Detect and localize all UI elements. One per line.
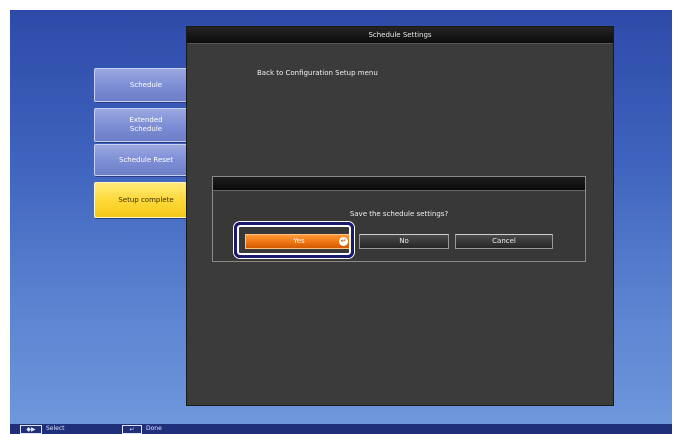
enter-icon: ↵ [339,237,348,246]
save-confirm-dialog: Save the schedule settings? Yes ↵ No Can… [212,176,586,262]
tab-label: Setup complete [118,195,174,204]
tab-setup-complete[interactable]: Setup complete [94,182,198,218]
no-button-label: No [399,237,409,245]
tab-schedule[interactable]: Schedule [94,68,198,102]
select-hint: Select [46,425,65,432]
tab-extended-schedule[interactable]: Extended Schedule [94,108,198,142]
window-title: Schedule Settings [187,27,613,44]
tab-label: Extended Schedule [129,116,163,133]
back-to-configuration-link[interactable]: Back to Configuration Setup menu [257,69,378,77]
yes-button-label: Yes [293,237,305,245]
done-hint: Done [146,425,162,432]
tab-schedule-reset[interactable]: Schedule Reset [94,144,198,176]
dialog-message: Save the schedule settings? [349,210,449,218]
enter-key-icon: ↵ [122,425,142,434]
select-key-icon: ◆▶ [20,425,42,434]
key-hint-bar: ◆▶ Select ↵ Done [10,424,672,434]
no-button[interactable]: No [359,234,449,249]
tab-label: Schedule Reset [119,155,173,164]
cancel-button-label: Cancel [492,237,516,245]
cancel-button[interactable]: Cancel [455,234,553,249]
projector-screen: Schedule Extended Schedule Schedule Rese… [10,10,672,424]
tab-label: Schedule [129,80,163,89]
dialog-title-bar [213,177,585,191]
yes-button[interactable]: Yes ↵ [245,234,353,249]
